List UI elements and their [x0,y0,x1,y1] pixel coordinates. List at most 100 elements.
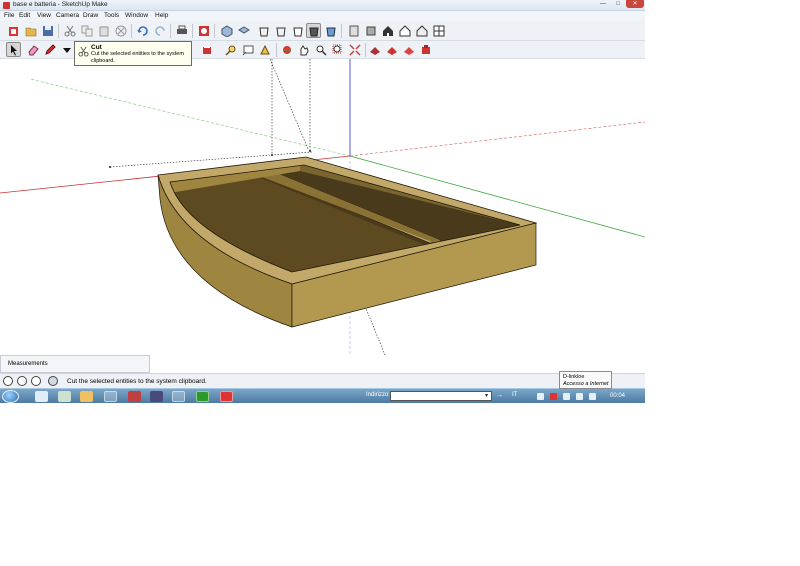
menu-view[interactable]: View [37,12,51,19]
menu-file[interactable]: File [4,12,14,19]
text-tool[interactable] [240,42,255,57]
cut-button[interactable] [62,23,77,38]
shape-dropdown[interactable] [59,42,74,57]
undo-button[interactable] [135,23,150,38]
view-iso-button[interactable] [219,23,234,38]
close-button[interactable]: ✕ [626,0,644,8]
start-button[interactable] [2,390,19,403]
back-view-button[interactable] [414,23,429,38]
drawing-viewport[interactable] [0,59,645,355]
xray-button[interactable] [256,23,271,38]
credits-icon[interactable] [17,376,27,386]
winrar-taskbar-icon[interactable] [150,391,163,402]
minimize-button[interactable]: — [596,0,610,8]
shaded-textures-button[interactable] [323,23,338,38]
copy-button[interactable] [79,23,94,38]
home-view-button[interactable] [380,23,395,38]
warehouse-button[interactable] [346,23,361,38]
menu-tools[interactable]: Tools [104,12,119,19]
maximize-button[interactable]: □ [611,0,625,8]
xray-icon [258,27,269,36]
triangle-down-icon [62,47,71,53]
pencil-tool[interactable] [42,42,57,57]
save-button[interactable] [40,23,55,38]
house-icon [382,25,393,36]
pencil-icon [44,43,56,55]
shaded-button[interactable] [306,23,321,38]
go-arrow-icon[interactable]: → [496,392,503,399]
orbit-icon [282,45,291,54]
extension-warehouse-button[interactable] [418,42,433,57]
menu-camera[interactable]: Camera [56,12,79,19]
front-view-button[interactable] [363,23,378,38]
paint-bucket-tool[interactable] [199,42,214,57]
tray-icon[interactable] [537,393,544,400]
tape-measure-tool[interactable] [223,42,238,57]
ie-taskbar-icon[interactable] [104,391,117,402]
menu-window[interactable]: Window [125,12,148,19]
app-taskbar-icon[interactable] [128,391,141,402]
redo-icon [154,25,165,36]
wooden-tray-model [157,156,538,328]
volume-tray-icon[interactable] [576,393,583,400]
user-account-icon[interactable] [31,376,41,386]
network-status: Accesso a Internet [563,381,609,387]
tooltip-title: Cut [91,44,102,51]
wireframe-button[interactable] [273,23,288,38]
address-dropdown-icon[interactable]: ▾ [485,392,488,399]
house-outline-icon [399,24,410,36]
new-button[interactable] [6,23,21,38]
address-input[interactable] [390,391,492,401]
sketchup-taskbar-icon[interactable] [220,391,233,402]
print-button[interactable] [174,23,189,38]
scissors-icon [64,25,75,36]
zoom-extents-tool[interactable] [347,42,362,57]
orbit-tool[interactable] [279,42,294,57]
menu-edit[interactable]: Edit [19,12,30,19]
geolocation-icon[interactable] [3,376,13,386]
language-indicator[interactable]: IT [512,392,517,398]
zoom-tool[interactable] [313,42,328,57]
zoom-window-tool[interactable] [330,42,345,57]
menu-help[interactable]: Help [155,12,168,19]
erase-button[interactable] [113,23,128,38]
measurements-label: Measurements [8,361,48,367]
share-model-button[interactable] [384,42,399,57]
measurements-panel[interactable]: Measurements [0,355,150,373]
tooltip-description: Cut the selected entities to the system … [91,51,184,64]
redo-button[interactable] [152,23,167,38]
magnifier-icon [224,45,235,56]
eraser-icon [27,44,39,55]
wireframe-icon [275,27,286,36]
red-axis-dashed [349,121,645,157]
share-model-icon [386,46,397,55]
eraser-tool[interactable] [25,42,40,57]
program-taskbar-icon[interactable] [172,391,185,402]
tray-icon[interactable] [550,393,557,400]
grid-view-icon [433,25,444,36]
right-view-button[interactable] [397,23,412,38]
title-bar: base e batteria - SketchUp Make — □ ✕ [0,0,645,11]
printer-icon [176,25,187,34]
explorer-taskbar-icon[interactable] [58,391,71,402]
menu-draw[interactable]: Draw [83,12,98,19]
select-tool[interactable] [6,42,21,57]
view-top-button[interactable] [236,23,251,38]
warehouse-models-icon [369,46,380,55]
clock[interactable]: 00:04 [610,393,625,399]
help-icon[interactable] [48,376,58,386]
axes-tool[interactable] [257,42,272,57]
network-tray-icon[interactable] [563,393,570,400]
paste-button[interactable] [96,23,111,38]
share-component-button[interactable] [401,42,416,57]
hidden-line-button[interactable] [290,23,305,38]
flag-tray-icon[interactable] [589,393,596,400]
model-info-button[interactable] [196,23,211,38]
pan-tool[interactable] [296,42,311,57]
warehouse-models-button[interactable] [367,42,382,57]
chrome-taskbar-icon[interactable] [35,391,48,402]
left-view-button[interactable] [431,23,446,38]
media-taskbar-icon[interactable] [80,391,93,402]
open-button[interactable] [23,23,38,38]
green-app-taskbar-icon[interactable] [196,391,209,402]
